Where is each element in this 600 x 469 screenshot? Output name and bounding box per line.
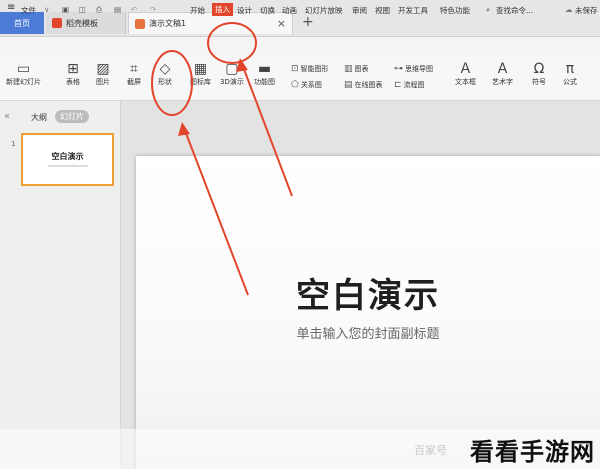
insert-pointer-arrow-line — [241, 63, 293, 197]
baijiahao-watermark: 百家号 — [414, 444, 447, 457]
shape-pointer-arrowhead — [178, 122, 190, 136]
tutorial-annotation-overlay — [151, 22, 293, 296]
site-brand-watermark: 看看手游网 — [470, 438, 595, 466]
shape-button-highlight-circle — [151, 50, 193, 116]
shape-pointer-arrow-line — [183, 127, 249, 296]
insert-tab-highlight-circle — [207, 22, 257, 64]
